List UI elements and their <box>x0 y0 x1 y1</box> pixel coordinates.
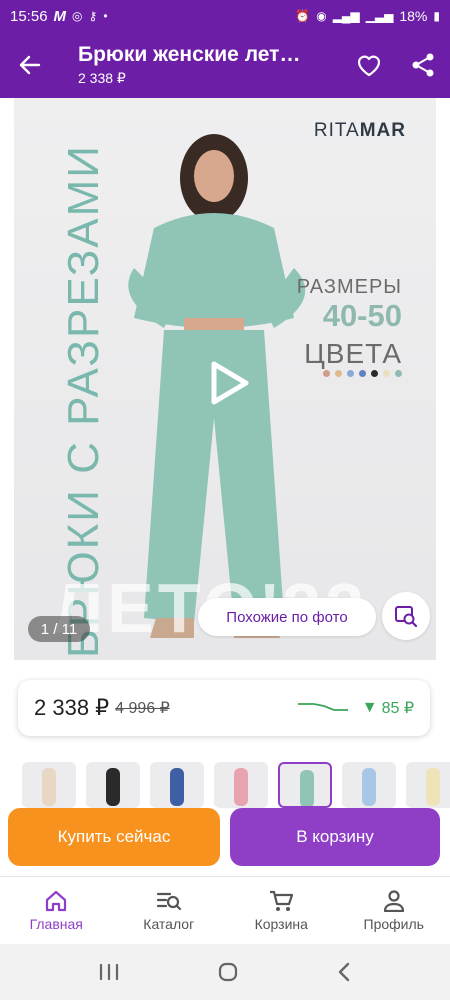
cart-icon <box>270 890 294 911</box>
thumbnail-strip <box>0 762 450 808</box>
price-card[interactable]: 2 338 ₽ 4 996 ₽ ▼ 85 ₽ <box>18 680 430 736</box>
nav-label-profile: Профиль <box>363 915 424 932</box>
status-bar: 15:56 M ◎ ⚷ • ⏰ ◉ ▂▄▆ ▁▃▅ 18% ▮ <box>0 0 450 32</box>
thumbnail-item[interactable] <box>342 762 396 808</box>
hotspot-icon: ◉ <box>316 9 327 23</box>
home-circle-icon[interactable] <box>217 961 239 983</box>
arrow-left-icon <box>19 55 41 75</box>
image-counter: 1 / 11 <box>28 616 90 642</box>
nav-label-home: Главная <box>29 915 83 932</box>
network-icon: ▂▄▆ <box>332 9 360 23</box>
color-swatch-dot <box>347 370 354 377</box>
play-icon[interactable] <box>200 356 254 410</box>
thumbnail-figure <box>106 768 120 806</box>
brand-logo: RITAMAR <box>313 120 406 141</box>
app-header: Брюки женские лет… 2 338 ₽ <box>0 32 450 98</box>
battery-percent: 18% <box>399 8 428 24</box>
buy-now-button[interactable]: Купить сейчас <box>8 808 220 866</box>
price-trend-sparkline <box>297 703 348 711</box>
app-badge: M <box>53 7 67 25</box>
page-title: Брюки женские лет… <box>78 43 301 66</box>
signal-icon: ▁▃▅ <box>365 9 394 23</box>
image-search-button[interactable] <box>382 592 430 640</box>
thumbnail-item[interactable] <box>214 762 268 808</box>
thumbnail-figure <box>300 770 314 806</box>
header-price: 2 338 ₽ <box>78 70 126 86</box>
color-swatch-dot <box>323 370 330 377</box>
thumbnail-item[interactable] <box>406 762 450 808</box>
price-drop-value: 85 ₽ <box>381 700 414 717</box>
nav-item-home[interactable]: Главная <box>0 877 113 944</box>
nav-item-profile[interactable]: Профиль <box>338 877 450 944</box>
color-swatch-dot <box>395 370 402 377</box>
battery-icon: ▮ <box>433 9 440 23</box>
thumbnail-item[interactable] <box>22 762 76 808</box>
similar-by-photo-button[interactable]: Похожие по фото <box>198 598 376 636</box>
triangle-down-icon: ▼ <box>361 699 378 716</box>
thumbnail-figure <box>426 768 440 806</box>
image-search-icon <box>395 606 418 628</box>
color-swatch-dot <box>359 370 366 377</box>
thumbnail-item[interactable] <box>150 762 204 808</box>
system-back-icon[interactable] <box>336 962 352 982</box>
thumbnail-item[interactable] <box>86 762 140 808</box>
nav-item-cart[interactable]: Корзина <box>225 877 338 944</box>
thumbnail-figure <box>234 768 248 806</box>
heart-icon <box>357 55 381 77</box>
thumbnail-figure <box>42 768 56 806</box>
color-dots <box>323 370 402 377</box>
sizes-label: РАЗМЕРЫ <box>296 276 402 298</box>
key-icon: ⚷ <box>88 9 98 23</box>
home-icon <box>46 890 67 911</box>
price-drop: ▼ 85 ₽ <box>362 698 414 718</box>
thumbnail-figure <box>362 768 376 806</box>
share-icon <box>412 53 434 77</box>
whatsapp-icon: ◎ <box>72 9 83 23</box>
nav-label-catalog: Каталог <box>143 915 195 932</box>
recent-apps-icon[interactable] <box>98 963 120 981</box>
share-button[interactable] <box>396 32 450 98</box>
color-swatch-dot <box>383 370 390 377</box>
favorite-button[interactable] <box>342 32 396 98</box>
alarm-icon: ⏰ <box>295 9 311 23</box>
nav-item-catalog[interactable]: Каталог <box>113 877 226 944</box>
color-swatch-dot <box>335 370 342 377</box>
dot-icon: • <box>103 9 108 23</box>
clock: 15:56 <box>10 7 48 25</box>
color-swatch-dot <box>371 370 378 377</box>
add-to-cart-button[interactable]: В корзину <box>230 808 440 866</box>
profile-icon <box>383 889 404 912</box>
thumbnail-figure <box>170 768 184 806</box>
colors-label: ЦВЕТА <box>304 338 402 369</box>
back-button[interactable] <box>0 32 60 98</box>
current-price: 2 338 ₽ <box>34 695 110 720</box>
old-price: 4 996 ₽ <box>115 700 170 717</box>
system-nav-bar <box>0 944 450 1000</box>
catalog-search-icon <box>156 892 181 910</box>
sizes-value: 40-50 <box>322 298 402 333</box>
nav-label-cart: Корзина <box>254 915 308 932</box>
thumbnail-item[interactable] <box>278 762 332 808</box>
product-image[interactable]: БРЮКИ С РАЗРЕЗАМИ RITAMAR РАЗМЕРЫ 40-50 … <box>14 98 436 660</box>
bottom-nav: Главная Каталог Корзина Профиль <box>0 876 450 944</box>
